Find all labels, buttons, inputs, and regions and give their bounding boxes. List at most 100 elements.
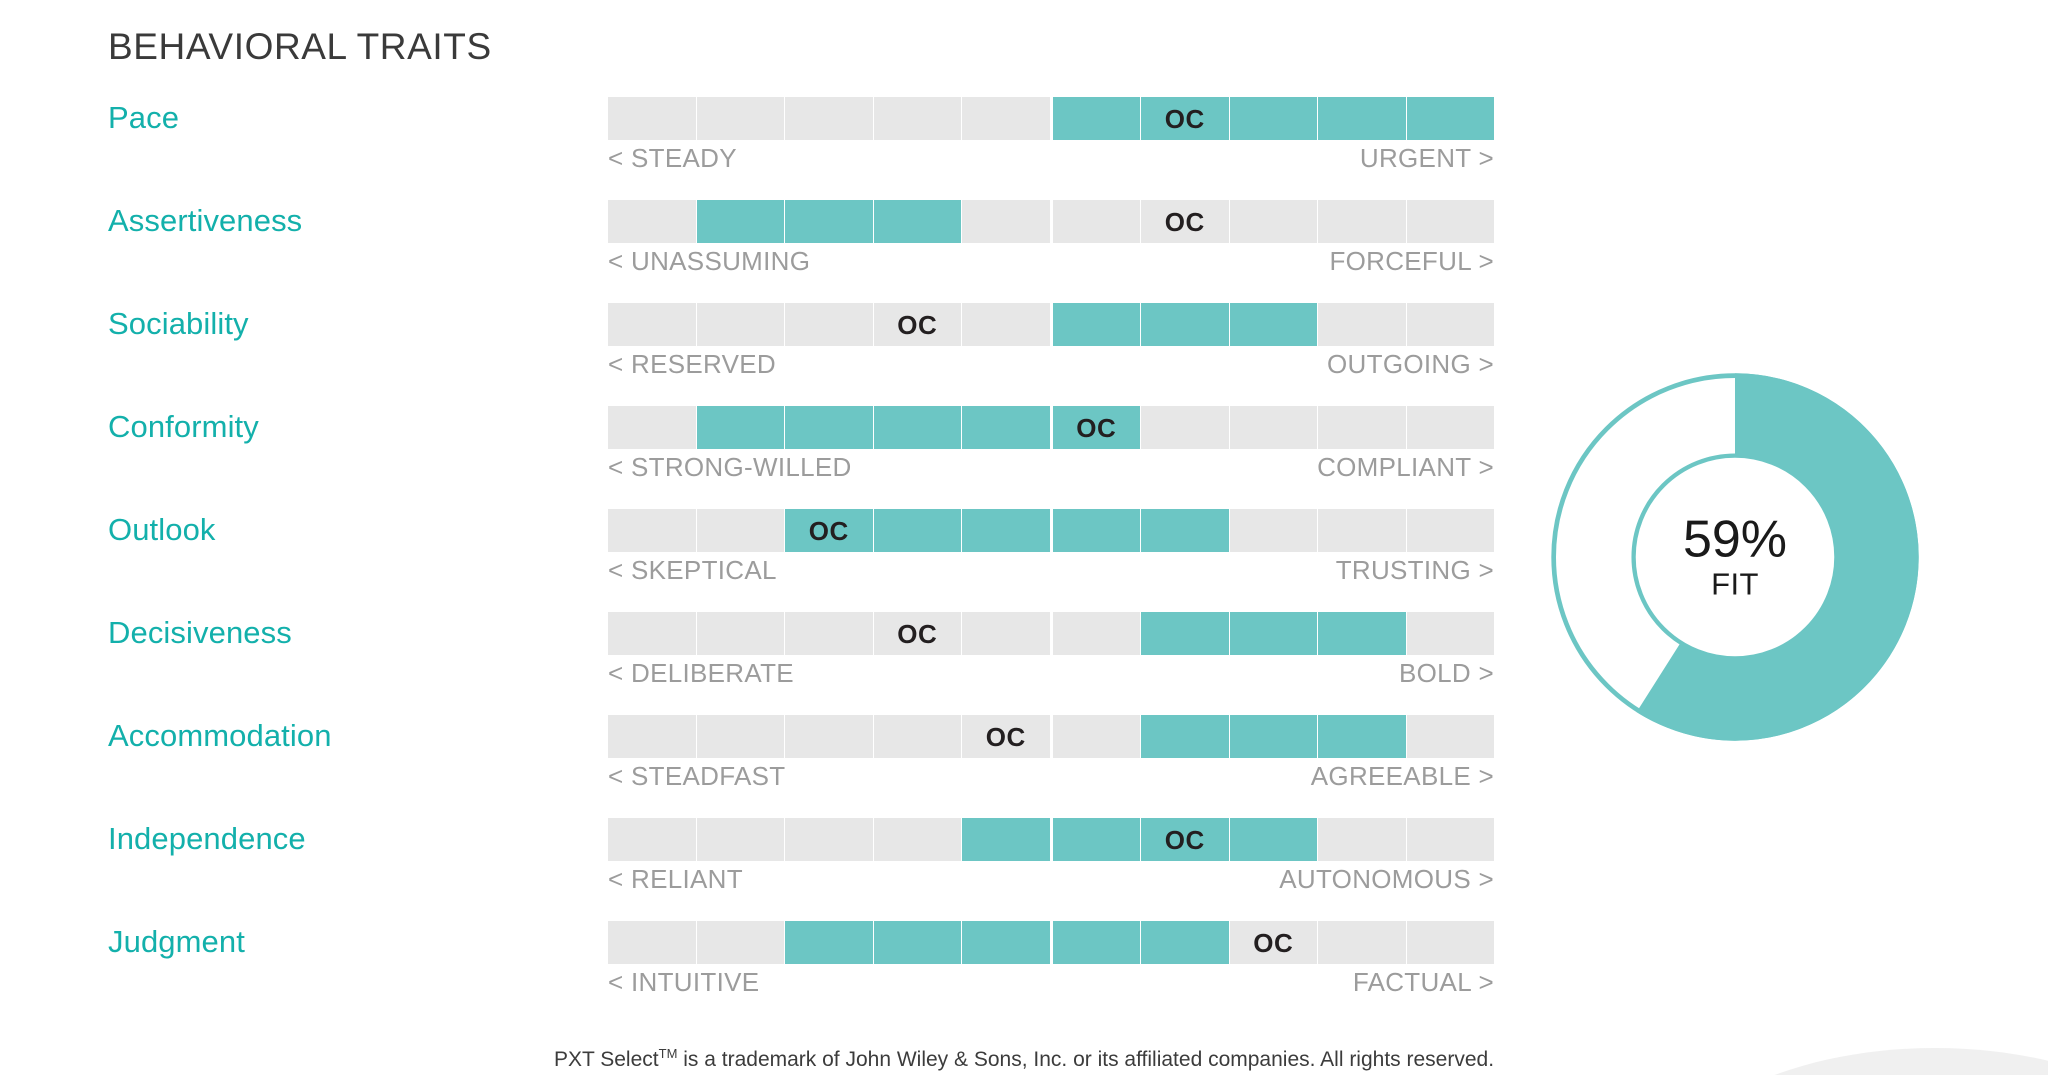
oc-marker-badge: OC — [1164, 103, 1205, 134]
trait-score-bar: OC — [608, 303, 1494, 346]
trait-bar-segment: OC — [873, 612, 962, 655]
trait-bar-segment — [1052, 715, 1141, 758]
trait-bar-segment — [873, 715, 962, 758]
trait-bar-segment — [1406, 97, 1494, 140]
trait-score-bar: OC — [608, 921, 1494, 964]
trait-bar-segment — [873, 921, 962, 964]
trait-bar-segment — [696, 303, 785, 346]
trait-bar-segment — [962, 612, 1053, 655]
trait-bar-segment — [1229, 715, 1318, 758]
trait-bar-segment — [1052, 97, 1141, 140]
trait-bar-segment — [1141, 715, 1230, 758]
trait-score-bar: OC — [608, 818, 1494, 861]
trait-score-bar: OC — [608, 509, 1494, 552]
trait-bar-segment — [1318, 509, 1407, 552]
trait-anchor-high: FACTUAL > — [1352, 967, 1494, 997]
fit-gauge-hole — [1631, 453, 1839, 661]
trait-bar-segment — [1229, 818, 1318, 861]
oc-marker-badge: OC — [1164, 206, 1205, 237]
trait-bar-segment — [785, 97, 874, 140]
trait-bar-segment — [1318, 200, 1407, 243]
behavioral-traits-list: Pace OC < STEADY URGENT > Assertiveness OC < U… — [0, 88, 1560, 1015]
trait-bar-segment — [1052, 200, 1141, 243]
trait-bar-segment — [608, 818, 697, 861]
trait-bar-segment — [1406, 921, 1494, 964]
trait-bar-segment — [696, 200, 785, 243]
trait-bar-segment — [962, 921, 1053, 964]
trait-bar-segment — [1318, 303, 1407, 346]
trait-bar-segment — [608, 200, 697, 243]
trait-name-label: Independence — [108, 821, 306, 856]
fit-donut-chart — [1551, 373, 1919, 741]
trait-bar-segment — [608, 715, 697, 758]
trait-row: Decisiveness OC < DELIBERATE BOLD > — [0, 603, 1560, 706]
trait-anchor-high: URGENT > — [1359, 143, 1494, 173]
trait-bar-segment — [1052, 612, 1141, 655]
trait-anchor-high: COMPLIANT > — [1317, 452, 1494, 482]
oc-marker-badge: OC — [1253, 927, 1294, 958]
trait-row: Outlook OC < SKEPTICAL TRUSTING > — [0, 500, 1560, 603]
trait-bar-segment — [608, 97, 697, 140]
trait-bar-segment — [785, 818, 874, 861]
trait-bar-segment — [1406, 715, 1494, 758]
oc-marker-badge: OC — [1164, 824, 1205, 855]
trait-bar-segment — [873, 509, 962, 552]
trait-bar-segment — [962, 406, 1053, 449]
trait-bar-segment — [785, 612, 874, 655]
trait-bar-segment — [696, 921, 785, 964]
trait-bar-segment — [962, 818, 1053, 861]
trait-bar-segment — [873, 97, 962, 140]
trait-name-label: Sociability — [108, 306, 249, 341]
trait-score-bar: OC — [608, 200, 1494, 243]
trait-bar-segment — [1141, 406, 1230, 449]
trait-bar-segment — [696, 715, 785, 758]
trait-bar-segment — [1318, 612, 1407, 655]
trait-bar-segment — [1406, 612, 1494, 655]
trait-bar-segment — [785, 921, 874, 964]
trait-name-label: Pace — [108, 100, 180, 135]
trait-bar-segment: OC — [873, 303, 962, 346]
trait-anchor-high: OUTGOING > — [1327, 349, 1494, 379]
trait-bar-segment — [696, 406, 785, 449]
trait-bar-segment — [1318, 715, 1407, 758]
trait-bar-segment — [1406, 509, 1494, 552]
trait-row: Independence OC < RELIANT AUTONOMOUS > — [0, 809, 1560, 912]
trait-bar-segment — [1141, 303, 1230, 346]
trait-bar-segment — [873, 406, 962, 449]
trait-bar-segment — [1406, 406, 1494, 449]
trait-bar-segment — [608, 921, 697, 964]
trait-bar-segment — [962, 303, 1053, 346]
trait-score-bar: OC — [608, 715, 1494, 758]
trait-name-label: Conformity — [108, 409, 259, 444]
trait-bar-segment — [1052, 921, 1141, 964]
trait-row: Judgment OC < INTUITIVE FACTUAL > — [0, 912, 1560, 1015]
trait-bar-segment: OC — [1229, 921, 1318, 964]
trait-bar-segment — [1406, 818, 1494, 861]
trait-bar-segment — [873, 818, 962, 861]
trait-bar-segment — [962, 97, 1053, 140]
trait-bar-segment — [696, 818, 785, 861]
trait-bar-segment — [1141, 509, 1230, 552]
trait-bar-segment: OC — [1141, 200, 1230, 243]
trait-bar-segment — [696, 612, 785, 655]
trait-bar-segment — [1229, 509, 1318, 552]
trait-bar-segment — [1052, 509, 1141, 552]
trait-bar-segment — [696, 509, 785, 552]
trait-bar-segment — [1141, 612, 1230, 655]
trait-row: Accommodation OC < STEADFAST AGREEABLE > — [0, 706, 1560, 809]
footer-trademark-note: PXT SelectTM is a trademark of John Wile… — [0, 1046, 2048, 1072]
trademark-symbol: TM — [658, 1046, 678, 1061]
trait-score-bar: OC — [608, 612, 1494, 655]
oc-marker-badge: OC — [1076, 412, 1117, 443]
trait-bar-segment — [785, 406, 874, 449]
trait-name-label: Outlook — [108, 512, 216, 547]
trait-bar-segment — [962, 509, 1053, 552]
trait-row: Conformity OC < STRONG-WILLED COMPLIANT > — [0, 397, 1560, 500]
oc-marker-badge: OC — [808, 515, 849, 546]
trait-anchor-high: AUTONOMOUS > — [1279, 864, 1494, 894]
trait-anchor-high: TRUSTING > — [1335, 555, 1494, 585]
trait-bar-segment — [785, 200, 874, 243]
trait-score-bar: OC — [608, 97, 1494, 140]
trait-name-label: Assertiveness — [108, 203, 303, 238]
trait-bar-segment — [608, 509, 697, 552]
